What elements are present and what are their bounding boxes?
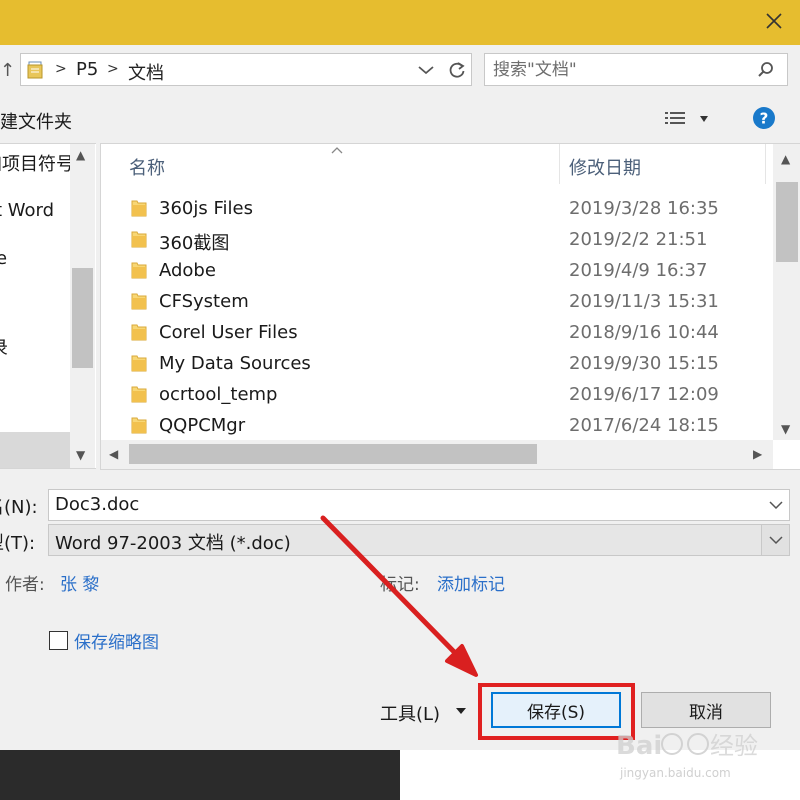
table-row[interactable]: ocrtool_temp 2019/6/17 12:09 [101, 380, 773, 411]
table-row[interactable]: CFSystem 2019/11/3 15:31 [101, 287, 773, 318]
navigation-pane: 加项目符号 ft Word e 录 ▲ ▼ [0, 143, 96, 469]
chevron-down-icon[interactable] [415, 62, 437, 78]
file-date: 2019/9/30 15:15 [569, 353, 719, 374]
scroll-left-icon[interactable]: ◀ [109, 447, 118, 461]
window-titlebar [0, 0, 800, 45]
tags-label: 标记: [380, 575, 420, 595]
file-list: 名称 修改日期 360js Files 2019/3/28 16:35 360截图 2… [100, 143, 800, 470]
baidu-watermark-icon: Bai 经验 [616, 731, 758, 761]
watermark-url: jingyan.baidu.com [620, 766, 731, 780]
caret-down-icon[interactable] [699, 115, 709, 123]
file-date: 2017/6/24 18:15 [569, 415, 719, 436]
file-date: 2018/9/16 10:44 [569, 322, 719, 343]
nav-item[interactable]: ft Word [0, 200, 54, 221]
filetype-value[interactable]: Word 97-2003 文档 (*.doc) [55, 529, 291, 555]
documents-folder-icon [27, 61, 43, 79]
hscroll-thumb[interactable] [129, 444, 537, 464]
folder-icon [131, 262, 147, 279]
scroll-up-icon[interactable]: ▲ [781, 152, 790, 166]
file-name[interactable]: My Data Sources [159, 353, 311, 374]
help-icon[interactable]: ? [752, 106, 776, 130]
chevron-down-icon[interactable] [769, 500, 783, 510]
nav-item[interactable]: 加项目符号 [0, 150, 74, 176]
search-input[interactable] [493, 58, 743, 82]
caret-down-icon[interactable] [455, 707, 467, 715]
search-box[interactable] [484, 53, 788, 86]
tags-value[interactable]: 添加标记 [437, 570, 505, 595]
chevron-down-icon[interactable] [769, 535, 783, 545]
folder-icon [131, 293, 147, 310]
vscroll-thumb[interactable] [776, 182, 798, 262]
column-header-modified[interactable]: 修改日期 [569, 154, 641, 180]
breadcrumb-separator-icon[interactable]: > [55, 61, 67, 77]
nav-scrollbar[interactable]: ▲ ▼ [70, 144, 95, 468]
tools-button[interactable]: 工具(L) [380, 700, 440, 726]
nav-scroll-thumb[interactable] [72, 268, 93, 368]
cancel-button[interactable]: 取消 [641, 692, 771, 728]
filename-value[interactable]: Doc3.doc [55, 494, 139, 515]
table-row[interactable]: QQPCMgr 2017/6/24 18:15 [101, 411, 773, 442]
filename-label: 名(N): [0, 497, 38, 518]
file-name[interactable]: QQPCMgr [159, 415, 245, 436]
close-icon[interactable] [764, 11, 784, 31]
search-icon[interactable] [757, 61, 775, 79]
file-list-vscrollbar[interactable]: ▲ ▼ [773, 144, 800, 440]
file-name[interactable]: Adobe [159, 260, 216, 281]
file-date: 2019/6/17 12:09 [569, 384, 719, 405]
filetype-select[interactable]: Word 97-2003 文档 (*.doc) [48, 524, 790, 556]
table-row[interactable]: 360截图 2019/2/2 21:51 [101, 225, 773, 256]
author-label: 作者: [5, 575, 45, 595]
breadcrumb-separator-icon[interactable]: > [107, 61, 119, 77]
svg-text:?: ? [760, 110, 769, 128]
folder-icon [131, 355, 147, 372]
filetype-label: 型(T): [0, 533, 36, 554]
column-header-name[interactable]: 名称 [129, 154, 165, 180]
svg-text:Bai: Bai [616, 731, 662, 761]
address-bar[interactable]: > P5 > 文档 [20, 53, 472, 86]
table-row[interactable]: Adobe 2019/4/9 16:37 [101, 256, 773, 287]
view-options-icon[interactable] [664, 110, 686, 128]
scroll-right-icon[interactable]: ▶ [753, 447, 762, 461]
table-row[interactable]: Corel User Files 2018/9/16 10:44 [101, 318, 773, 349]
up-arrow-icon[interactable]: ↑ [0, 60, 15, 81]
nav-item[interactable]: 录 [0, 334, 8, 360]
column-divider[interactable] [765, 144, 766, 184]
nav-item[interactable]: e [0, 248, 7, 269]
column-divider[interactable] [559, 144, 560, 184]
table-row[interactable]: 360js Files 2019/3/28 16:35 [101, 194, 773, 225]
file-date: 2019/11/3 15:31 [569, 291, 719, 312]
file-date: 2019/2/2 21:51 [569, 229, 708, 250]
folder-icon [131, 417, 147, 434]
file-date: 2019/3/28 16:35 [569, 198, 719, 219]
table-row[interactable]: My Data Sources 2019/9/30 15:15 [101, 349, 773, 380]
filetype-dropdown-button[interactable] [761, 525, 789, 555]
scroll-down-icon[interactable]: ▼ [76, 448, 85, 462]
refresh-icon[interactable] [447, 60, 467, 80]
file-name[interactable]: CFSystem [159, 291, 249, 312]
file-list-hscrollbar[interactable]: ◀ ▶ [101, 440, 773, 469]
svg-text:经验: 经验 [710, 732, 758, 760]
breadcrumb-documents[interactable]: 文档 [128, 59, 164, 85]
author-value[interactable]: 张 黎 [60, 570, 99, 595]
file-name[interactable]: ocrtool_temp [159, 384, 278, 405]
folder-icon [131, 231, 147, 248]
new-folder-button[interactable]: 新建文件夹 [0, 108, 72, 134]
save-thumbnail-checkbox[interactable] [49, 631, 68, 650]
scroll-down-icon[interactable]: ▼ [781, 422, 790, 436]
background-window [0, 750, 400, 800]
nav-selected-item[interactable] [0, 432, 70, 468]
filename-field[interactable]: Doc3.doc [48, 489, 790, 521]
file-name[interactable]: 360js Files [159, 198, 253, 219]
scroll-up-icon[interactable]: ▲ [76, 148, 85, 162]
file-name[interactable]: 360截图 [159, 229, 229, 255]
folder-icon [131, 324, 147, 341]
save-thumbnail-label[interactable]: 保存缩略图 [74, 628, 159, 653]
breadcrumb-p5[interactable]: P5 [76, 59, 98, 80]
folder-icon [131, 386, 147, 403]
sort-ascending-icon [331, 147, 343, 154]
file-date: 2019/4/9 16:37 [569, 260, 708, 281]
file-name[interactable]: Corel User Files [159, 322, 298, 343]
folder-icon [131, 200, 147, 217]
